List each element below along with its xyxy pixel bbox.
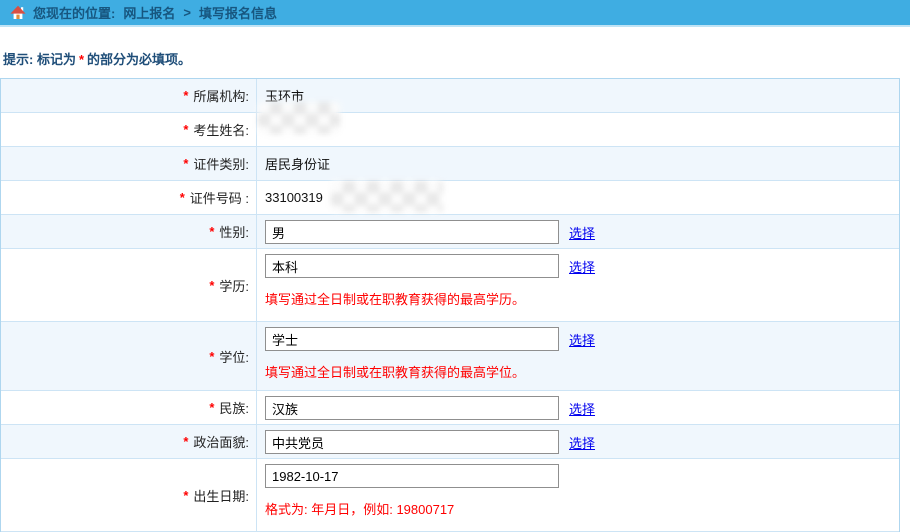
breadcrumb-item-online-registration[interactable]: 网上报名	[123, 3, 175, 22]
form-row-id-number: *证件号码 :33100319	[1, 181, 899, 215]
education-label-text: 学历:	[219, 276, 249, 295]
gender-input[interactable]	[265, 220, 559, 244]
redacted-name-area	[258, 102, 340, 134]
gender-label-text: 性别:	[219, 222, 249, 241]
breadcrumb-location-label: 您现在的位置:	[33, 3, 115, 22]
gender-select-link[interactable]: 选择	[569, 223, 595, 242]
form-row-id-type: * 证件类别: 居民身份证	[1, 147, 899, 181]
candidate-name-label-text: 考生姓名:	[193, 120, 249, 139]
required-asterisk: *	[180, 190, 185, 205]
organization-value-cell: 玉环市	[257, 79, 899, 112]
political-status-value-cell: 选择	[257, 425, 899, 458]
education-label: * 学历:	[1, 249, 257, 321]
degree-hint: 填写通过全日制或在职教育获得的最高学位。	[265, 362, 899, 381]
education-input[interactable]	[265, 254, 559, 278]
required-asterisk: *	[209, 349, 214, 364]
breadcrumb: 您现在的位置: 网上报名 > 填写报名信息	[33, 3, 285, 22]
tip-suffix: 的部分为必填项。	[87, 52, 191, 67]
form-row-political-status: * 政治面貌: 选择	[1, 425, 899, 459]
id-number-label-text: 证件号码 :	[190, 188, 249, 207]
tip-asterisk: *	[76, 52, 87, 67]
form-row-education: * 学历: 选择填写通过全日制或在职教育获得的最高学历。	[1, 249, 899, 322]
birth-date-input[interactable]	[265, 464, 559, 488]
form-row-gender: * 性别: 选择	[1, 215, 899, 249]
organization-label-text: 所属机构:	[193, 86, 249, 105]
required-asterisk: *	[209, 278, 214, 293]
form-table: *所属机构:玉环市*考生姓名:*证件类别:居民身份证*证件号码 :3310031…	[0, 78, 900, 532]
birth-date-value-cell: 格式为: 年月日，例如: 19800717	[257, 459, 899, 531]
id-type-value: 居民身份证	[265, 154, 899, 173]
birth-date-label: * 出生日期:	[1, 459, 257, 531]
breadcrumb-item-fill-info: 填写报名信息	[199, 3, 277, 22]
political-status-label-text: 政治面貌:	[193, 432, 249, 451]
education-hint: 填写通过全日制或在职教育获得的最高学历。	[265, 289, 899, 308]
education-select-link[interactable]: 选择	[569, 257, 595, 276]
id-type-label-text: 证件类别:	[193, 154, 249, 173]
degree-select-link[interactable]: 选择	[569, 330, 595, 349]
breadcrumb-separator: >	[183, 5, 191, 20]
ethnicity-label: * 民族:	[1, 391, 257, 424]
organization-label: * 所属机构:	[1, 79, 257, 112]
degree-label-text: 学位:	[219, 347, 249, 366]
required-asterisk: *	[209, 224, 214, 239]
breadcrumb-bar: 您现在的位置: 网上报名 > 填写报名信息	[0, 0, 910, 27]
required-asterisk: *	[183, 434, 188, 449]
political-status-input[interactable]	[265, 430, 559, 454]
degree-input[interactable]	[265, 327, 559, 351]
degree-label: * 学位:	[1, 322, 257, 390]
id-number-label: * 证件号码 :	[1, 181, 257, 214]
form-row-organization: * 所属机构: 玉环市	[1, 79, 899, 113]
organization-value: 玉环市	[265, 86, 899, 105]
education-value-cell: 选择填写通过全日制或在职教育获得的最高学历。	[257, 249, 899, 321]
required-asterisk: *	[183, 122, 188, 137]
tip-prefix: 提示: 标记为	[3, 52, 76, 67]
candidate-name-label: * 考生姓名:	[1, 113, 257, 146]
form-row-ethnicity: * 民族: 选择	[1, 391, 899, 425]
id-type-label: * 证件类别:	[1, 147, 257, 180]
birth-date-label-text: 出生日期:	[193, 486, 249, 505]
gender-value-cell: 选择	[257, 215, 899, 248]
form-row-degree: * 学位: 选择填写通过全日制或在职教育获得的最高学位。	[1, 322, 899, 391]
ethnicity-select-link[interactable]: 选择	[569, 399, 595, 418]
home-icon	[10, 5, 26, 21]
political-status-label: * 政治面貌:	[1, 425, 257, 458]
ethnicity-input[interactable]	[265, 396, 559, 420]
birth-date-hint: 格式为: 年月日，例如: 19800717	[265, 499, 899, 518]
political-status-select-link[interactable]: 选择	[569, 433, 595, 452]
gender-label: * 性别:	[1, 215, 257, 248]
redacted-id-number-area	[331, 181, 443, 212]
candidate-name-value-cell	[257, 113, 899, 146]
form-row-birth-date: * 出生日期: 格式为: 年月日，例如: 19800717	[1, 459, 899, 532]
ethnicity-value-cell: 选择	[257, 391, 899, 424]
required-asterisk: *	[183, 88, 188, 103]
required-asterisk: *	[209, 400, 214, 415]
required-asterisk: *	[183, 156, 188, 171]
ethnicity-label-text: 民族:	[219, 398, 249, 417]
required-fields-tip: 提示: 标记为*的部分为必填项。	[3, 49, 191, 68]
form-row-candidate-name: * 考生姓名:	[1, 113, 899, 147]
id-type-value-cell: 居民身份证	[257, 147, 899, 180]
required-asterisk: *	[183, 488, 188, 503]
registration-form-page: { "breadcrumb": { "location_label": "您现在…	[0, 0, 910, 520]
degree-value-cell: 选择填写通过全日制或在职教育获得的最高学位。	[257, 322, 899, 390]
